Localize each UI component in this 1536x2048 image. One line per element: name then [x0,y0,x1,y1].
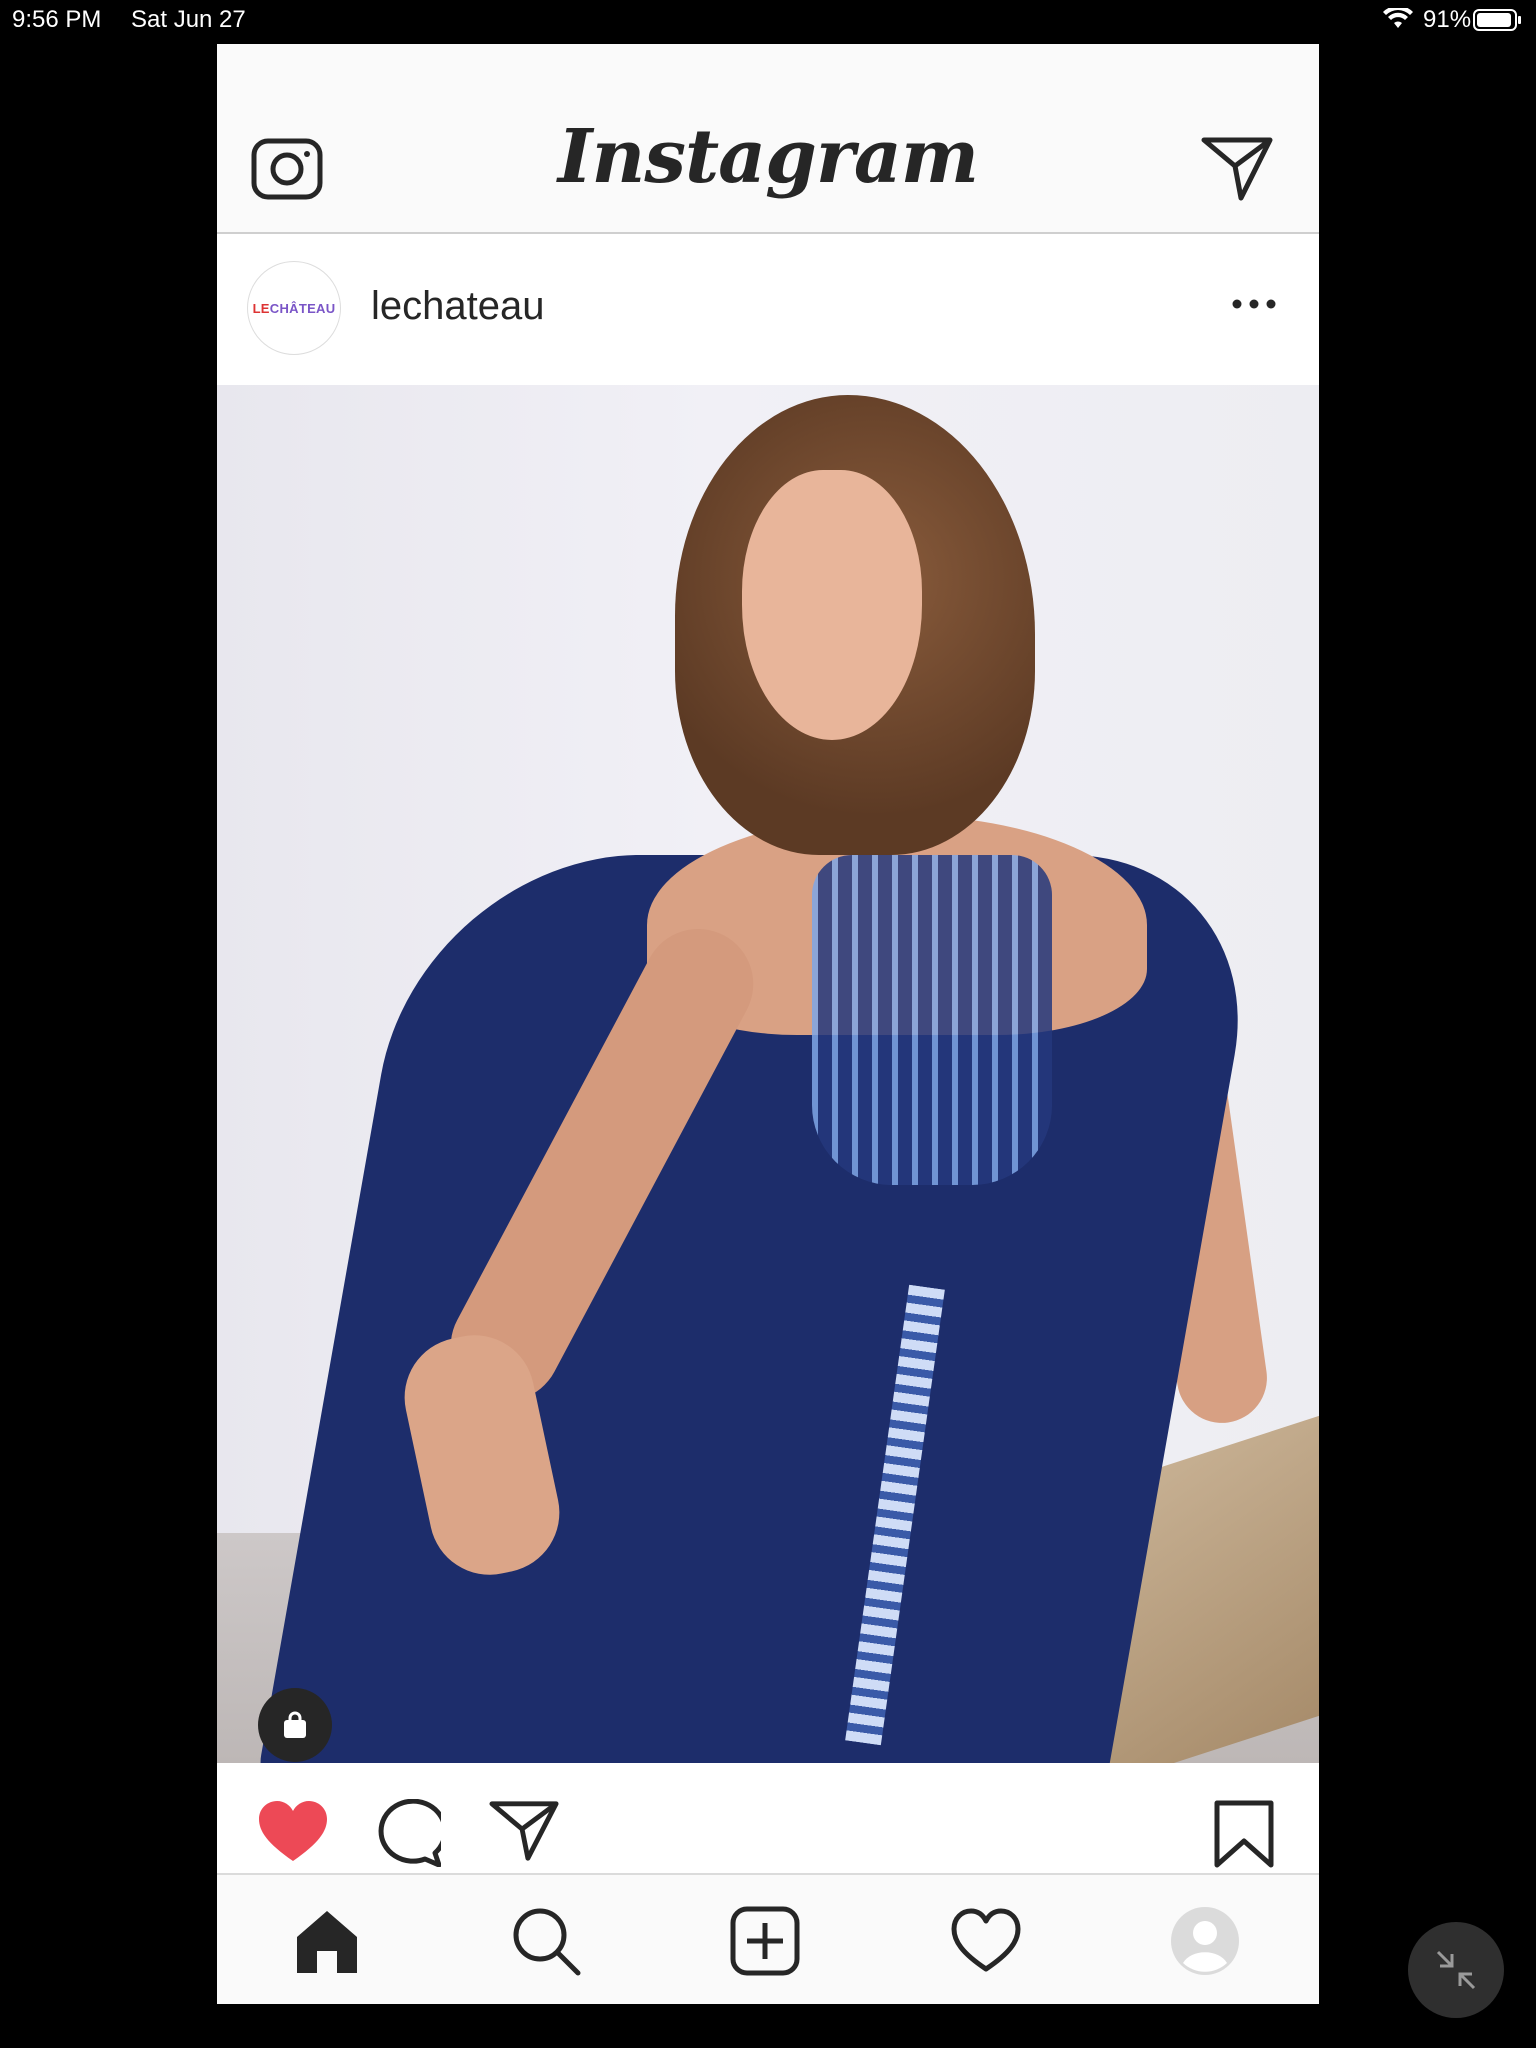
heart-icon[interactable] [257,1799,329,1863]
photo-face [742,470,922,740]
battery-percent: 91% [1423,6,1472,33]
top-bar: Instagram [217,44,1319,234]
add-post-icon[interactable] [729,1905,801,1977]
avatar[interactable]: LE CHÂTEAU [247,261,341,355]
post-photo[interactable] [217,385,1319,1763]
paper-plane-icon[interactable] [1201,132,1273,204]
post-header: LE CHÂTEAU lechateau [217,234,1319,384]
battery-icon [1473,9,1521,31]
instagram-app: Instagram LE CHÂTEAU lechateau [217,44,1319,2004]
paper-plane-icon[interactable] [489,1799,559,1863]
shopping-bag-icon [284,1711,306,1738]
avatar-brand-chateau: CHÂTEAU [269,300,336,316]
ellipsis-icon[interactable] [1229,294,1279,314]
bottom-tab-bar [217,1873,1319,2004]
profile-icon[interactable] [1169,1905,1241,1977]
status-date: Sat Jun 27 [131,6,246,33]
heart-outline-icon[interactable] [950,1905,1022,1977]
search-icon[interactable] [510,1905,582,1977]
wifi-icon [1383,8,1413,28]
bookmark-icon[interactable] [1213,1799,1275,1869]
avatar-brand-le: LE [252,300,270,316]
status-bar: 9:56 PM Sat Jun 27 91% [0,0,1536,40]
post-actions [217,1763,1319,1873]
comment-icon[interactable] [373,1799,441,1867]
minimize-button[interactable] [1408,1922,1504,2018]
home-icon[interactable] [291,1905,363,1977]
minimize-icon [1436,1950,1476,1990]
post-username[interactable]: lechateau [371,284,544,329]
photo-dress-pattern [812,855,1052,1185]
shopping-bag-button[interactable] [258,1688,332,1762]
status-time: 9:56 PM [12,6,102,33]
instagram-logo: Instagram [557,114,979,200]
